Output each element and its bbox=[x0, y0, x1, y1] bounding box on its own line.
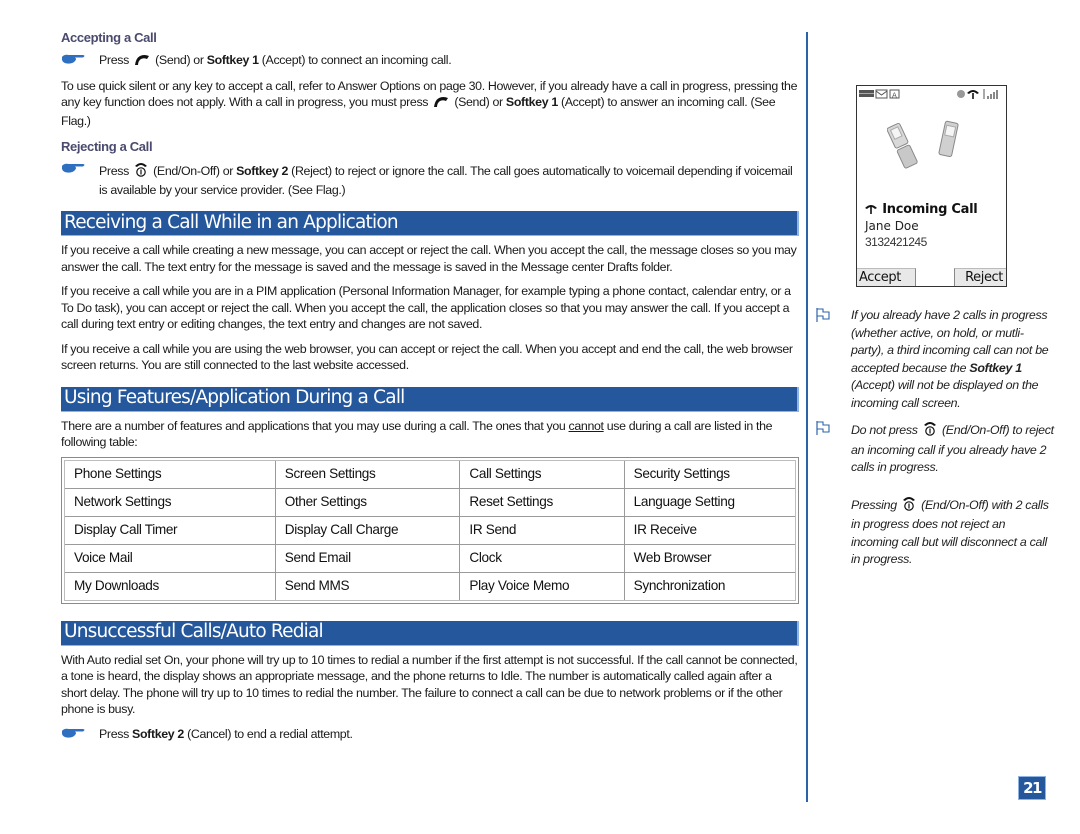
send-key-icon bbox=[433, 96, 449, 113]
flag-icon bbox=[815, 420, 851, 436]
call-icon bbox=[967, 90, 979, 99]
table-row: Voice Mail Send Email Clock Web Browser bbox=[65, 544, 795, 573]
table-cell: Clock bbox=[459, 544, 625, 573]
note-flag: Do not press (End/On-Off) to reject an i… bbox=[815, 420, 1055, 477]
flag-icon bbox=[815, 307, 851, 323]
battery-icon bbox=[859, 90, 874, 97]
accepting-paragraph: To use quick silent or any key to accept… bbox=[61, 78, 798, 128]
table-cell: Phone Settings bbox=[65, 460, 276, 489]
table-cell: Screen Settings bbox=[275, 460, 461, 489]
caller-number: 3132421245 bbox=[865, 235, 927, 249]
receiving-paragraph: If you receive a call while you are in a… bbox=[61, 284, 791, 331]
bullet-cancel-redial: Press Softkey 2 (Cancel) to end a redial… bbox=[61, 726, 799, 743]
bullet-reject: Press (End/On-Off) or Softkey 2 (Reject)… bbox=[61, 161, 799, 198]
alarm-icon: A bbox=[889, 89, 900, 100]
send-key-icon bbox=[134, 54, 150, 71]
table-row: Display Call Timer Display Call Charge IR … bbox=[65, 516, 795, 545]
table-cell: Language Setting bbox=[624, 488, 795, 517]
sidebar-divider bbox=[806, 32, 808, 802]
pointing-hand-icon bbox=[61, 727, 99, 741]
receiving-paragraph: If you receive a call while creating a n… bbox=[61, 243, 797, 274]
svg-text:A: A bbox=[892, 92, 897, 100]
table-cell: My Downloads bbox=[65, 572, 276, 600]
table-row: My Downloads Send MMS Play Voice Memo Synch… bbox=[65, 572, 795, 600]
message-icon bbox=[875, 89, 888, 99]
incoming-call-icon bbox=[865, 205, 877, 214]
redial-paragraph: With Auto redial set On, your phone will… bbox=[61, 652, 798, 717]
main-content: Accepting a Call Press (Send) or Softkey… bbox=[61, 30, 799, 742]
bullet-accept: Press (Send) or Softkey 1 (Accept) to co… bbox=[61, 52, 799, 71]
table-cell: Voice Mail bbox=[65, 544, 276, 573]
section-header-receiving: Receiving a Call While in an Application bbox=[61, 211, 799, 236]
end-key-icon bbox=[134, 161, 148, 182]
table-cell: Security Settings bbox=[624, 460, 795, 489]
table-cell: Send MMS bbox=[275, 572, 461, 600]
page-number: 21 bbox=[1018, 776, 1046, 800]
phone-screen-illustration: A Incoming Call Jane Doe 3132421245 Acce… bbox=[856, 85, 1007, 287]
globe-icon bbox=[957, 90, 965, 98]
table-cell: Display Call Timer bbox=[65, 516, 276, 545]
table-cell: Synchronization bbox=[633, 577, 726, 593]
section-header-redial: Unsuccessful Calls/Auto Redial bbox=[61, 620, 799, 646]
caller-name: Jane Doe bbox=[865, 219, 919, 233]
table-cell: Call Settings bbox=[459, 460, 625, 489]
table-cell: Play Voice Memo bbox=[459, 572, 625, 600]
table-row: Phone Settings Screen Settings Call Settin… bbox=[65, 460, 795, 489]
section-header-features: Using Features/Application During a Call bbox=[61, 386, 799, 412]
softkey-accept: Accept bbox=[857, 268, 916, 286]
subheading-rejecting-call: Rejecting a Call bbox=[61, 139, 153, 154]
end-key-icon bbox=[923, 420, 937, 442]
table-cell: Display Call Charge bbox=[275, 516, 461, 545]
pointing-hand-icon bbox=[61, 162, 99, 176]
phones-graphic-icon bbox=[887, 120, 959, 169]
signal-icon bbox=[983, 89, 998, 99]
features-intro: There are a number of features and appli… bbox=[61, 418, 773, 450]
pointing-hand-icon bbox=[61, 53, 99, 67]
end-key-icon bbox=[902, 495, 916, 517]
note-flag: If you already have 2 calls in progress … bbox=[815, 307, 1055, 412]
note-text: Pressing (End/On-Off) with 2 calls in pr… bbox=[815, 495, 1055, 569]
softkey-reject: Reject bbox=[954, 268, 1006, 286]
table-row: Network Settings Other Settings Reset Sett… bbox=[65, 488, 795, 517]
table-cell: IR Receive bbox=[624, 516, 795, 545]
table-cell: Web Browser bbox=[624, 544, 795, 573]
side-notes: If you already have 2 calls in progress … bbox=[815, 307, 1055, 577]
table-cell: IR Send bbox=[459, 516, 625, 545]
phone-status-bar: A bbox=[857, 86, 1006, 102]
unavailable-features-table: Phone Settings Screen Settings Call Settin… bbox=[61, 456, 799, 604]
subheading-accepting-call: Accepting a Call bbox=[61, 30, 157, 45]
receiving-paragraph: If you receive a call while you are usin… bbox=[61, 341, 793, 373]
table-cell: Network Settings bbox=[65, 488, 276, 517]
table-cell: Other Settings bbox=[275, 488, 461, 517]
incoming-call-title: Incoming Call bbox=[864, 202, 978, 217]
table-cell: Reset Settings bbox=[459, 488, 625, 517]
table-cell: Send Email bbox=[275, 544, 461, 573]
